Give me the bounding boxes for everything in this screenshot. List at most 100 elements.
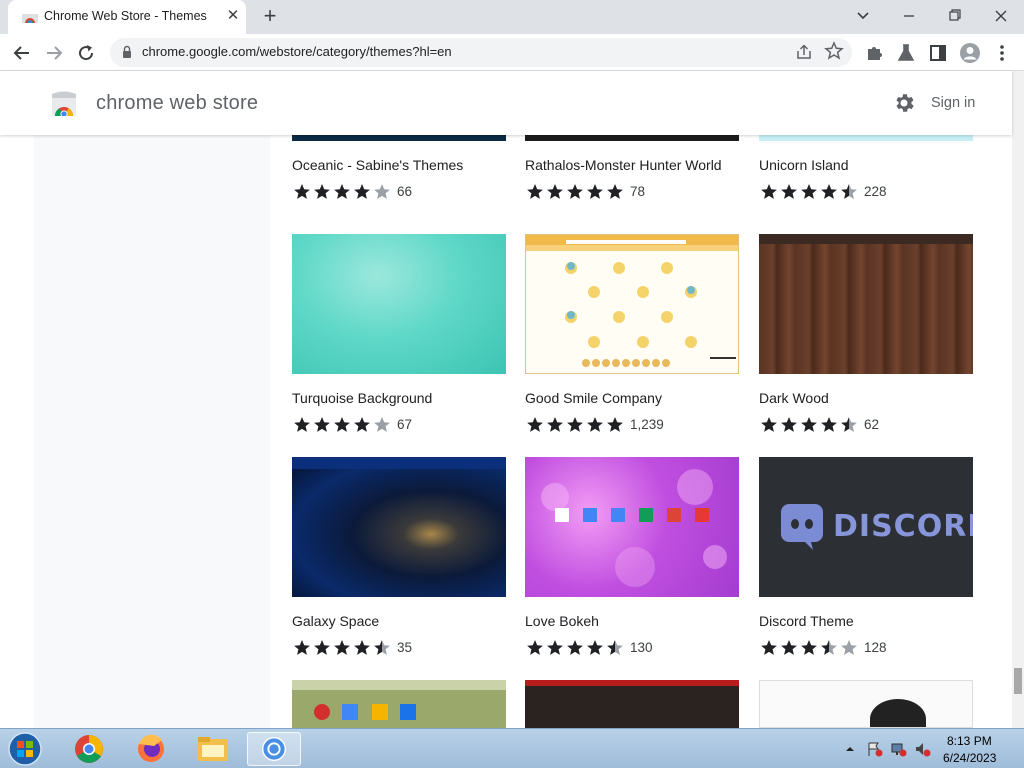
chrome-web-store-logo[interactable] xyxy=(50,90,78,116)
show-hidden-icons-icon[interactable] xyxy=(844,743,856,755)
clock-date[interactable]: 6/24/2023 xyxy=(943,751,996,765)
settings-gear-icon[interactable] xyxy=(892,91,916,115)
share-icon[interactable] xyxy=(794,42,814,62)
star-icon xyxy=(841,184,857,199)
star-icon xyxy=(294,184,310,199)
minimize-icon[interactable] xyxy=(894,5,924,27)
rating-stars xyxy=(527,640,623,655)
star-icon xyxy=(761,184,777,199)
theme-thumbnail[interactable] xyxy=(525,234,739,374)
good-smile-preview xyxy=(526,235,738,367)
theme-name[interactable]: Oceanic - Sabine's Themes xyxy=(292,157,463,173)
star-icon xyxy=(547,184,563,199)
web-store-favicon-icon xyxy=(22,14,38,23)
action-center-flag-icon[interactable] xyxy=(866,741,884,757)
clock-time[interactable]: 8:13 PM xyxy=(947,734,992,748)
star-icon xyxy=(314,184,330,199)
theme-thumbnail[interactable] xyxy=(292,457,506,597)
left-sidebar xyxy=(34,135,270,728)
rating-count: 78 xyxy=(630,184,646,199)
theme-thumbnail[interactable] xyxy=(292,135,506,141)
theme-thumbnail[interactable]: DISCORD xyxy=(759,457,973,597)
theme-name[interactable]: Turquoise Background xyxy=(292,390,432,406)
url-text[interactable]: chrome.google.com/webstore/category/them… xyxy=(142,44,452,59)
chrome-taskbar-icon[interactable] xyxy=(62,732,116,766)
theme-thumbnail[interactable] xyxy=(525,680,739,728)
theme-name[interactable]: Discord Theme xyxy=(759,613,854,629)
restore-icon[interactable] xyxy=(940,5,970,27)
star-icon xyxy=(781,417,797,432)
theme-thumbnail[interactable] xyxy=(525,135,739,141)
discord-logo-icon xyxy=(781,504,823,550)
file-explorer-taskbar-icon[interactable] xyxy=(186,732,240,766)
star-icon xyxy=(334,417,350,432)
theme-thumbnail[interactable] xyxy=(759,135,973,141)
network-icon[interactable] xyxy=(890,741,908,757)
star-icon xyxy=(567,184,583,199)
star-icon xyxy=(547,417,563,432)
back-arrow-icon[interactable] xyxy=(10,41,34,65)
love-bokeh-preview xyxy=(541,469,727,587)
rating-stars xyxy=(294,184,390,199)
forward-arrow-icon[interactable] xyxy=(42,41,66,65)
star-icon xyxy=(821,184,837,199)
star-icon xyxy=(607,184,623,199)
star-icon xyxy=(334,184,350,199)
bookmark-star-icon[interactable] xyxy=(824,40,844,62)
star-icon xyxy=(801,184,817,199)
theme-name[interactable]: Good Smile Company xyxy=(525,390,662,406)
reload-icon[interactable] xyxy=(74,41,98,65)
star-icon xyxy=(294,640,310,655)
volume-muted-icon[interactable] xyxy=(914,741,932,757)
star-icon xyxy=(821,417,837,432)
star-icon xyxy=(607,640,623,655)
rating-count: 67 xyxy=(397,417,413,432)
star-icon xyxy=(781,184,797,199)
star-icon xyxy=(801,640,817,655)
sign-in-link[interactable]: Sign in xyxy=(931,95,975,111)
theme-thumbnail[interactable] xyxy=(759,680,973,728)
theme-name[interactable]: Dark Wood xyxy=(759,390,829,406)
theme-thumbnail[interactable] xyxy=(525,457,739,597)
star-icon xyxy=(781,640,797,655)
theme-name[interactable]: Unicorn Island xyxy=(759,157,849,173)
scrollbar-thumb[interactable] xyxy=(1014,668,1022,694)
star-icon xyxy=(314,417,330,432)
more-menu-icon[interactable] xyxy=(990,41,1014,65)
star-icon xyxy=(294,417,310,432)
address-bar[interactable]: chrome.google.com/webstore/category/them… xyxy=(110,38,852,67)
star-icon xyxy=(354,640,370,655)
rating-count: 128 xyxy=(864,640,887,655)
rating-count: 130 xyxy=(630,640,653,655)
theme-name[interactable]: Rathalos-Monster Hunter World xyxy=(525,157,722,173)
star-icon xyxy=(314,640,330,655)
windows-start-icon[interactable] xyxy=(5,731,45,767)
store-title[interactable]: chrome web store xyxy=(96,92,258,115)
tab-search-icon[interactable] xyxy=(848,5,878,27)
rating-count: 228 xyxy=(864,184,887,199)
store-header: chrome web store Sign in xyxy=(0,71,1012,135)
theme-name[interactable]: Galaxy Space xyxy=(292,613,379,629)
star-icon xyxy=(374,184,390,199)
rating-stars xyxy=(527,417,623,432)
theme-thumbnail[interactable] xyxy=(759,234,973,374)
profile-avatar-icon[interactable] xyxy=(958,41,982,65)
close-tab-icon[interactable]: ✕ xyxy=(224,7,242,25)
labs-flask-icon[interactable] xyxy=(894,41,918,65)
theme-thumbnail[interactable] xyxy=(292,234,506,374)
theme-thumbnail[interactable] xyxy=(292,680,506,728)
side-panel-icon[interactable] xyxy=(926,41,950,65)
page-scrollbar[interactable] xyxy=(1012,71,1024,728)
star-icon xyxy=(567,417,583,432)
theme-name[interactable]: Love Bokeh xyxy=(525,613,599,629)
browser-tab[interactable]: Chrome Web Store - Themes ✕ xyxy=(8,0,246,34)
store-content: Oceanic - Sabine's Themes 66 Rathalos-Mo… xyxy=(0,135,1012,728)
lock-icon[interactable] xyxy=(122,45,132,58)
firefox-taskbar-icon[interactable] xyxy=(124,732,178,766)
star-icon xyxy=(374,640,390,655)
windows-taskbar: 8:13 PM 6/24/2023 xyxy=(0,728,1024,768)
new-tab-button[interactable]: + xyxy=(258,5,282,29)
close-window-icon[interactable] xyxy=(986,5,1016,27)
chrome-active-taskbar-icon[interactable] xyxy=(247,732,301,766)
extensions-puzzle-icon[interactable] xyxy=(862,41,886,65)
